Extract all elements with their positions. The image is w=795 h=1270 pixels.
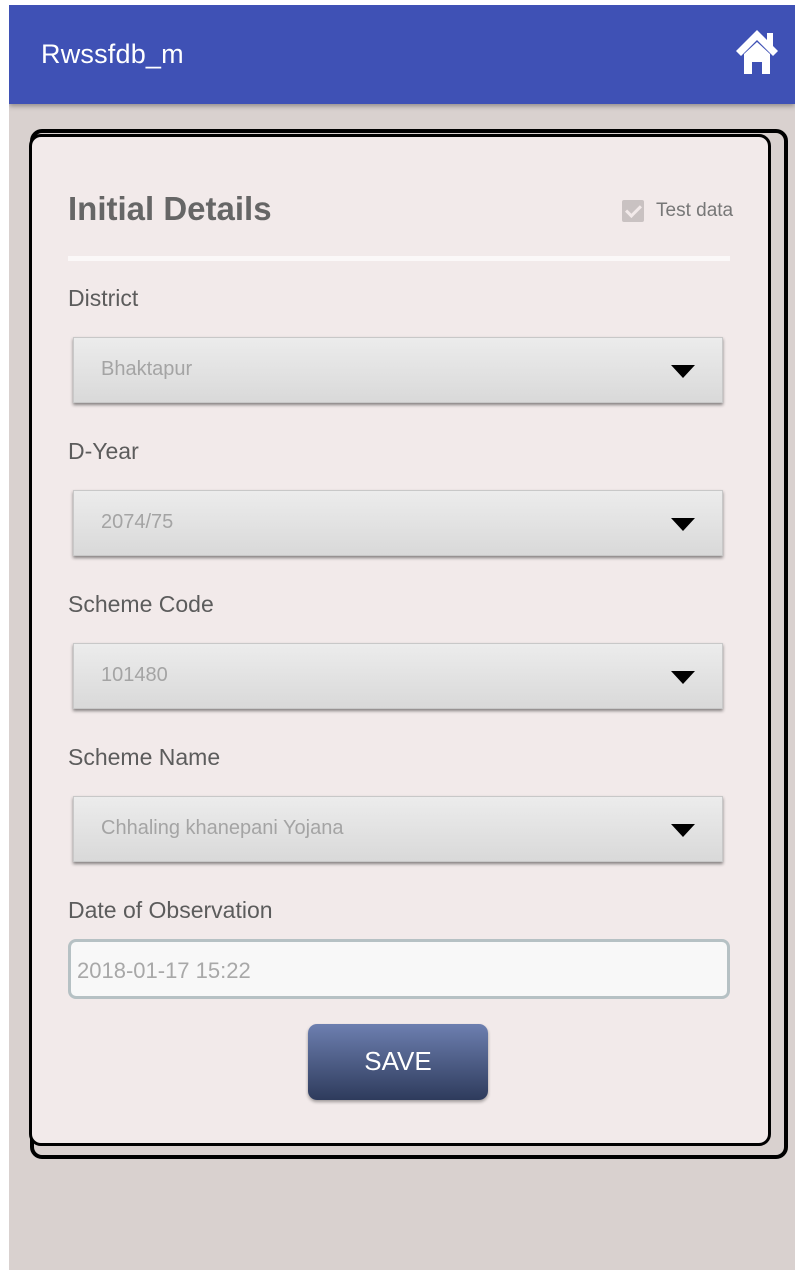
scheme-code-value: 101480 bbox=[101, 664, 168, 686]
dropdown-arrow-icon bbox=[671, 671, 695, 684]
save-button-label: SAVE bbox=[364, 1046, 432, 1076]
dropdown-arrow-icon bbox=[671, 518, 695, 531]
d-year-value: 2074/75 bbox=[101, 511, 174, 533]
district-dropdown[interactable]: Bhaktapur bbox=[73, 337, 723, 403]
date-of-observation-label: Date of Observation bbox=[68, 897, 273, 923]
divider bbox=[68, 256, 730, 261]
app-bar: Rwssfdb_m bbox=[9, 5, 795, 104]
save-button[interactable]: SAVE bbox=[308, 1024, 488, 1100]
scheme-code-dropdown[interactable]: 101480 bbox=[73, 643, 723, 709]
home-icon bbox=[736, 30, 778, 74]
test-data-checkbox[interactable]: Test data bbox=[622, 196, 733, 226]
dropdown-arrow-icon bbox=[671, 824, 695, 837]
scheme-code-label: Scheme Code bbox=[68, 591, 214, 617]
district-value: Bhaktapur bbox=[101, 358, 193, 380]
dropdown-arrow-icon bbox=[671, 365, 695, 378]
date-of-observation-value: 2018-01-17 15:22 bbox=[77, 958, 251, 983]
scheme-name-value: Chhaling khanepani Yojana bbox=[101, 817, 344, 839]
d-year-dropdown[interactable]: 2074/75 bbox=[73, 490, 723, 556]
app-title: Rwssfdb_m bbox=[41, 39, 184, 69]
test-data-label: Test data bbox=[656, 200, 734, 221]
section-title: Initial Details bbox=[68, 190, 272, 227]
district-label: District bbox=[68, 285, 139, 311]
checkbox-checked-icon bbox=[622, 200, 644, 222]
d-year-label: D-Year bbox=[68, 438, 139, 464]
scheme-name-dropdown[interactable]: Chhaling khanepani Yojana bbox=[73, 796, 723, 862]
home-button[interactable] bbox=[734, 27, 780, 77]
scheme-name-label: Scheme Name bbox=[68, 744, 221, 770]
date-of-observation-field[interactable]: 2018-01-17 15:22 bbox=[68, 939, 730, 999]
